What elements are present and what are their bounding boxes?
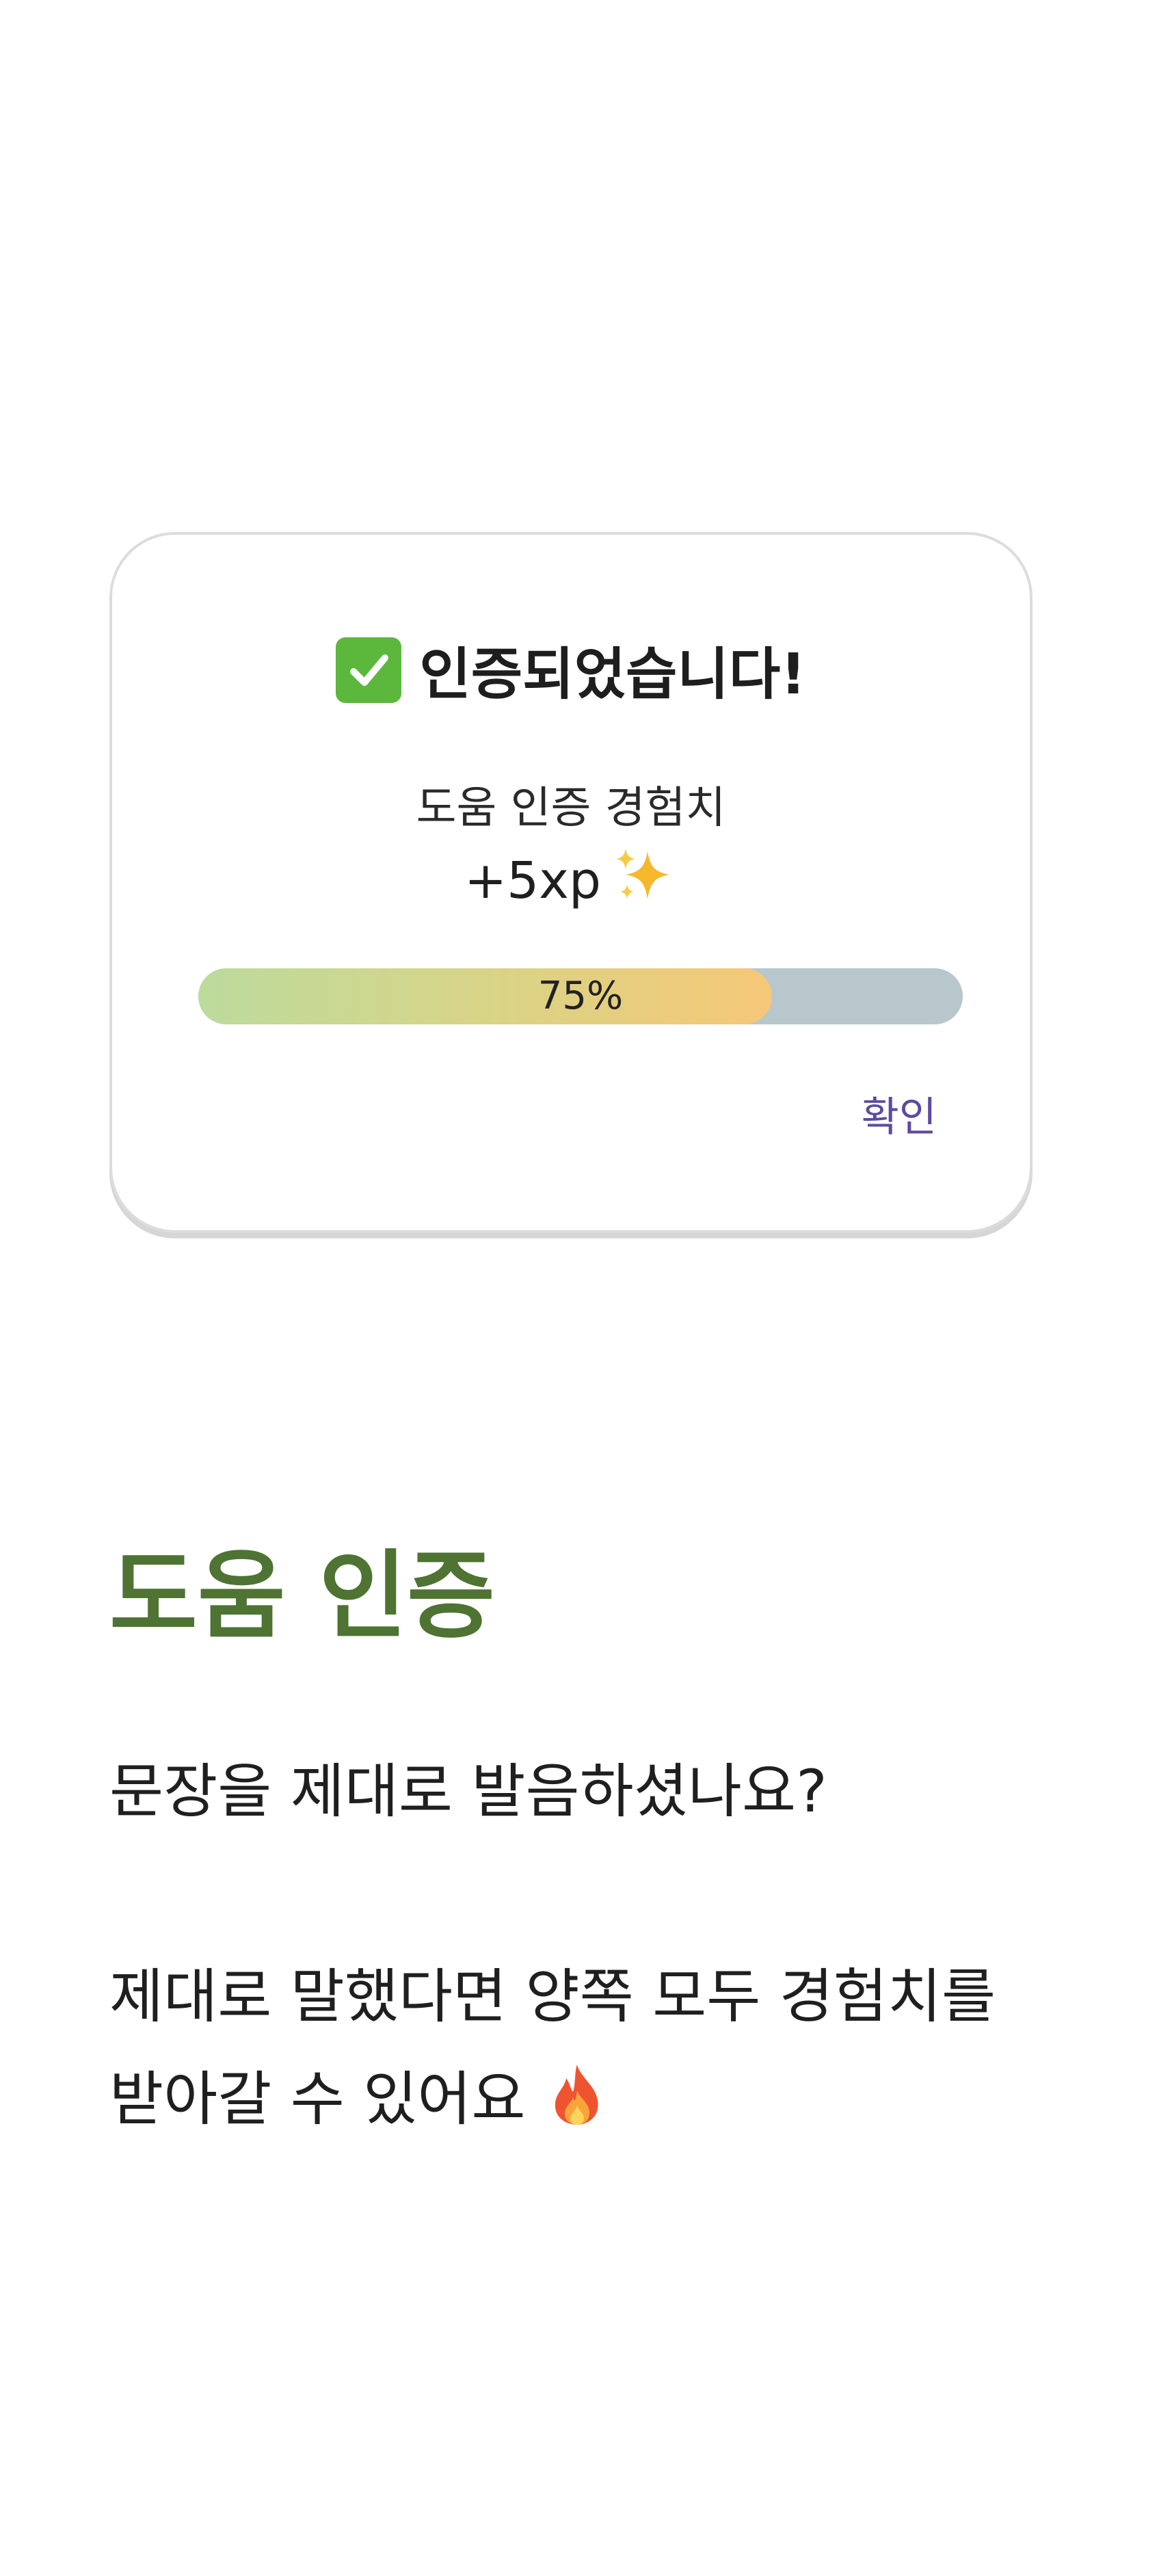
fire-icon <box>550 2056 604 2125</box>
xp-reward: +5xp <box>112 846 1030 915</box>
description-line-2-text: 받아갈 수 있어요 <box>109 2065 526 2134</box>
verification-dialog: 인증되었습니다! 도움 인증 경험치 +5xp 75% 확인 <box>109 532 1033 1233</box>
xp-progress-bar: 75% <box>198 968 963 1024</box>
dialog-subtitle: 도움 인증 경험치 <box>416 783 726 834</box>
check-mark-icon <box>336 637 402 703</box>
section-description: 문장을 제대로 발음하셨나요? 제대로 말했다면 양쪽 모두 경험치를 받아갈 … <box>109 1740 1080 2151</box>
confirm-button[interactable]: 확인 <box>862 1090 937 1145</box>
description-line-2: 받아갈 수 있어요 <box>109 2048 1080 2151</box>
dialog-title-text: 인증되었습니다! <box>419 642 806 707</box>
section-title: 도움 인증 <box>109 1541 495 1652</box>
xp-amount: +5xp <box>464 851 601 910</box>
description-line-1: 제대로 말했다면 양쪽 모두 경험치를 <box>109 1963 996 2031</box>
sparkles-icon <box>612 846 678 907</box>
dialog-title: 인증되었습니다! <box>112 637 1030 709</box>
xp-progress-label: 75% <box>537 974 624 1018</box>
question-text: 문장을 제대로 발음하셨나요? <box>109 1757 827 1826</box>
